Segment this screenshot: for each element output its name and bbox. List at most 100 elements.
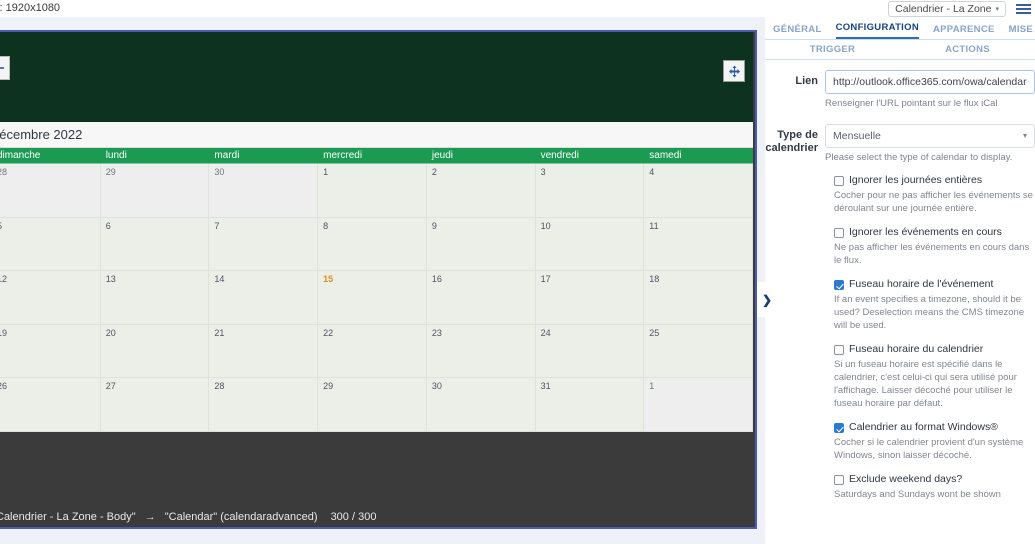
checkbox-label: Fuseau horaire de l'événement bbox=[849, 278, 994, 290]
calendar-day-cell[interactable]: 12 bbox=[0, 271, 101, 325]
checkbox-row[interactable]: Fuseau horaire du calendrier bbox=[834, 343, 1035, 356]
calendar-day-cell[interactable]: 27 bbox=[100, 378, 210, 432]
breadcrumb-target[interactable]: "Calendar" (calendaradvanced) bbox=[165, 511, 318, 523]
checkbox-help-text: Saturdays and Sundays wont be shown bbox=[834, 489, 1001, 500]
calendar-grid: 2829301234567891011121314151617181920212… bbox=[0, 163, 753, 432]
checkbox-block-5: Exclude weekend days? Saturdays and Sunda… bbox=[834, 473, 1035, 501]
arrow-left-icon[interactable] bbox=[0, 56, 10, 80]
calendar-day-cell[interactable]: 11 bbox=[644, 217, 753, 271]
calendar-day-cell[interactable]: 28 bbox=[0, 164, 101, 218]
chevron-right-icon[interactable]: ❯ bbox=[757, 282, 777, 317]
calendar-weekday-header: dimanche lundi mardi mercredi jeudi vendredi s… bbox=[0, 148, 753, 163]
link-input[interactable]: http://outlook.office365.com/owa/calenda… bbox=[825, 70, 1035, 94]
checkbox-row[interactable]: Exclude weekend days? bbox=[834, 473, 1035, 486]
calendar-weekday-6: samedi bbox=[649, 150, 682, 161]
checkbox-label: Exclude weekend days? bbox=[849, 473, 963, 485]
calendar-day-cell[interactable]: 13 bbox=[100, 271, 210, 325]
checkbox-checked-icon[interactable] bbox=[834, 280, 844, 290]
checkbox-help-text: Cocher si le calendrier provient d'un sy… bbox=[834, 437, 1024, 461]
calendar-type-label: Type de calendrier bbox=[765, 129, 818, 154]
calendar-day-cell[interactable]: 4 bbox=[644, 164, 753, 218]
panel-subtabs: TRIGGER ACTIONS bbox=[765, 40, 1035, 60]
calendar-day-cell[interactable]: 29 bbox=[318, 378, 427, 432]
checkbox-row[interactable]: Ignorer les événements en cours bbox=[834, 226, 1035, 239]
hamburger-menu-icon[interactable] bbox=[1016, 4, 1031, 14]
calendar-type-select[interactable]: Mensuelle ▾ bbox=[825, 124, 1035, 148]
calendar-day-cell[interactable]: 26 bbox=[0, 378, 101, 432]
tab-mise-en-cac[interactable]: MISE EN CAC bbox=[1009, 24, 1035, 39]
site-selector-dropdown[interactable]: Calendrier - La Zone ▾ bbox=[888, 1, 1006, 17]
calendar-day-cell[interactable]: 23 bbox=[426, 324, 536, 378]
move-handle-icon[interactable] bbox=[723, 60, 745, 82]
breadcrumb-count: 300 / 300 bbox=[330, 511, 377, 523]
calendar-day-cell[interactable]: 22 bbox=[318, 324, 427, 378]
layout-editor-region: décembre 2022 dimanche lundi mardi mercredi… bbox=[0, 17, 765, 544]
calendar-day-cell[interactable]: 30 bbox=[209, 164, 319, 218]
calendar-weekday-5: vendredi bbox=[540, 150, 579, 161]
calendar-month-title: décembre 2022 bbox=[0, 127, 83, 142]
calendar-weekday-4: jeudi bbox=[431, 150, 453, 161]
calendar-day-cell[interactable]: 19 bbox=[0, 324, 101, 378]
calendar-day-cell[interactable]: 2 bbox=[426, 164, 536, 218]
calendar-weekday-3: mercredi bbox=[323, 150, 363, 161]
field-link: Lien http://outlook.office365.com/owa/ca… bbox=[765, 70, 1035, 110]
configuration-form: Lien http://outlook.office365.com/owa/ca… bbox=[765, 60, 1035, 501]
properties-panel: Calendrier - La Zone ▾ GÉNÉRAL CONFIGURAT… bbox=[765, 0, 1035, 544]
calendar-weekday-0: dimanche bbox=[0, 150, 41, 161]
calendar-day-cell[interactable]: 8 bbox=[318, 217, 427, 271]
breadcrumb-component[interactable]: Calendrier - La Zone - Body" bbox=[0, 511, 136, 523]
field-calendar-type: Type de calendrier Mensuelle ▾ Please se… bbox=[765, 124, 1035, 164]
calendar-day-cell[interactable]: 15 bbox=[318, 271, 427, 325]
checkbox-unchecked-icon[interactable] bbox=[834, 475, 844, 485]
calendar-day-cell[interactable]: 20 bbox=[100, 324, 210, 378]
design-canvas[interactable]: décembre 2022 dimanche lundi mardi mercredi… bbox=[0, 32, 753, 505]
checkbox-row[interactable]: Calendrier au format Windows® bbox=[834, 421, 1035, 434]
calendar-day-cell[interactable]: 6 bbox=[100, 217, 210, 271]
subtab-trigger[interactable]: TRIGGER bbox=[765, 40, 900, 59]
calendar-day-cell[interactable]: 29 bbox=[100, 164, 210, 218]
calendar-day-cell[interactable]: 10 bbox=[535, 217, 645, 271]
checkbox-label: Ignorer les journées entières bbox=[849, 174, 983, 186]
checkbox-help-text: If an event specifies a timezone, should… bbox=[834, 294, 1025, 331]
calendar-weekday-1: lundi bbox=[105, 150, 127, 161]
calendar-widget[interactable]: dimanche lundi mardi mercredi jeudi vendredi s… bbox=[0, 148, 753, 505]
resolution-text: s: 1920x1080 bbox=[0, 2, 61, 14]
calendar-day-cell[interactable]: 1 bbox=[644, 378, 753, 432]
calendar-day-cell[interactable]: 25 bbox=[644, 324, 753, 378]
site-selector-label: Calendrier - La Zone bbox=[895, 3, 992, 15]
calendar-day-cell[interactable]: 30 bbox=[426, 378, 536, 432]
checkbox-group: Ignorer les journées entières Cocher pour… bbox=[765, 168, 1035, 501]
checkbox-unchecked-icon[interactable] bbox=[834, 228, 844, 238]
link-label: Lien bbox=[795, 75, 818, 87]
checkbox-block-1: Ignorer les événements en cours Ne pas af… bbox=[834, 226, 1035, 267]
calendar-day-cell[interactable]: 18 bbox=[644, 271, 753, 325]
checkbox-block-0: Ignorer les journées entières Cocher pour… bbox=[834, 174, 1035, 215]
tab-apparence[interactable]: APPARENCE bbox=[933, 24, 995, 39]
panel-tabs: GÉNÉRAL CONFIGURATION APPARENCE MISE EN CAC bbox=[765, 18, 1035, 40]
checkbox-label: Fuseau horaire du calendrier bbox=[849, 343, 984, 355]
calendar-day-cell[interactable]: 24 bbox=[535, 324, 645, 378]
checkbox-row[interactable]: Fuseau horaire de l'événement bbox=[834, 278, 1035, 291]
checkbox-block-2: Fuseau horaire de l'événement If an event… bbox=[834, 278, 1035, 332]
calendar-day-cell[interactable]: 3 bbox=[535, 164, 645, 218]
checkbox-unchecked-icon[interactable] bbox=[834, 176, 844, 186]
calendar-day-cell[interactable]: 14 bbox=[209, 271, 319, 325]
calendar-day-cell[interactable]: 16 bbox=[426, 271, 536, 325]
calendar-day-cell[interactable]: 31 bbox=[535, 378, 645, 432]
subtab-actions[interactable]: ACTIONS bbox=[900, 40, 1035, 59]
tab-configuration[interactable]: CONFIGURATION bbox=[835, 22, 919, 39]
calendar-day-cell[interactable]: 7 bbox=[209, 217, 319, 271]
calendar-day-cell[interactable]: 17 bbox=[535, 271, 645, 325]
calendar-weekday-2: mardi bbox=[214, 150, 240, 161]
checkbox-checked-icon[interactable] bbox=[834, 423, 844, 433]
checkbox-row[interactable]: Ignorer les journées entières bbox=[834, 174, 1035, 187]
checkbox-unchecked-icon[interactable] bbox=[834, 345, 844, 355]
calendar-day-cell[interactable]: 21 bbox=[209, 324, 319, 378]
calendar-type-value: Mensuelle bbox=[833, 130, 881, 142]
panel-topbar: Calendrier - La Zone ▾ bbox=[765, 0, 1035, 18]
calendar-day-cell[interactable]: 9 bbox=[426, 217, 536, 271]
calendar-day-cell[interactable]: 28 bbox=[209, 378, 319, 432]
calendar-day-cell[interactable]: 5 bbox=[0, 217, 101, 271]
tab-g-n-ral[interactable]: GÉNÉRAL bbox=[773, 24, 822, 39]
calendar-day-cell[interactable]: 1 bbox=[318, 164, 427, 218]
